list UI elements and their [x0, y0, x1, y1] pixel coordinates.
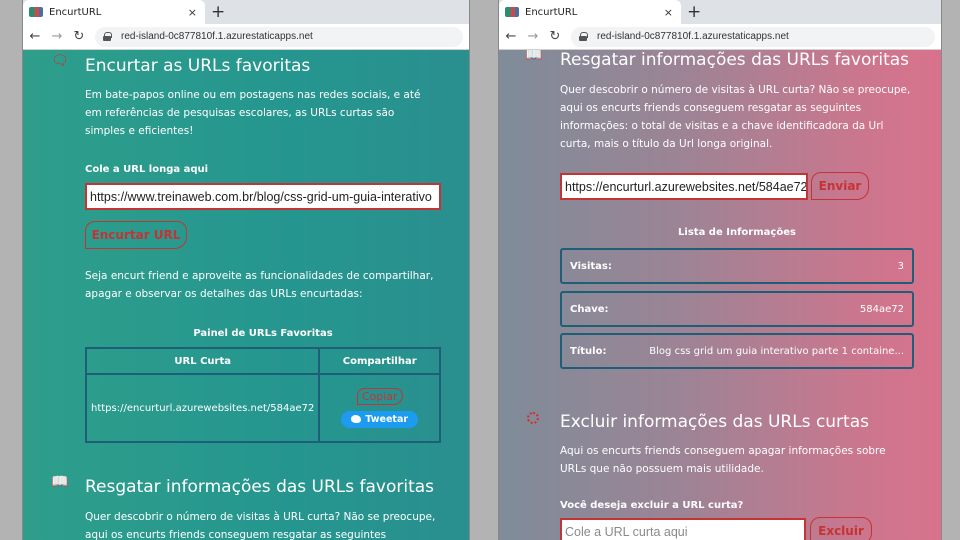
delete-icon	[527, 412, 539, 424]
tab-close-icon[interactable]: ×	[188, 6, 197, 19]
url-text: red-island-0c877810f.1.azurestaticapps.n…	[597, 31, 789, 42]
info-key: Título:	[570, 345, 607, 357]
info-value: Blog css grid um guia interativo parte 1…	[649, 345, 904, 357]
url-field[interactable]: red-island-0c877810f.1.azurestaticapps.n…	[95, 26, 463, 47]
site-favicon-icon	[505, 7, 519, 17]
tab-title: EncurtURL	[525, 6, 578, 18]
shorten-url-button[interactable]: Encurtar URL	[85, 221, 187, 249]
shorten-description: Em bate-papos online ou em postagens nas…	[85, 89, 421, 137]
info-list-title: Lista de Informações	[678, 227, 796, 238]
url-field[interactable]: red-island-0c877810f.1.azurestaticapps.n…	[571, 26, 935, 47]
chat-bubble-icon: 🗨	[51, 53, 69, 69]
info-row-visits: Visitas: 3	[560, 248, 914, 284]
delete-button[interactable]: Excluir	[810, 517, 872, 540]
page-content: 🗨 Encurtar as URLs favoritas Em bate-pap…	[23, 50, 469, 540]
info-key: Visitas:	[570, 260, 612, 272]
table-row: https://encurturl.azurewebsites.net/584a…	[84, 373, 441, 443]
info-row-key: Chave: 584ae72	[560, 291, 914, 327]
new-tab-button[interactable]: +	[687, 2, 701, 22]
lock-icon	[103, 32, 112, 41]
twitter-bird-icon	[351, 415, 362, 423]
delete-section-title: Excluir informações das URLs curtas	[560, 412, 869, 432]
info-value: 584ae72	[859, 303, 904, 315]
address-bar: ← → ↻ red-island-0c877810f.1.azurestatic…	[23, 24, 469, 50]
share-cell: Copiar Tweetar	[318, 373, 441, 443]
forward-arrow-icon[interactable]: →	[51, 29, 63, 44]
back-arrow-icon[interactable]: ←	[505, 29, 517, 44]
address-bar: ← → ↻ red-island-0c877810f.1.azurestatic…	[499, 24, 941, 50]
delete-input-label: Você deseja excluir a URL curta?	[560, 500, 744, 511]
short-url-cell[interactable]: https://encurturl.azurewebsites.net/584a…	[84, 373, 321, 443]
book-icon: 📖	[51, 474, 69, 490]
shorten-section-title: Encurtar as URLs favoritas	[85, 56, 311, 76]
tweet-label: Tweetar	[365, 414, 409, 425]
forward-arrow-icon[interactable]: →	[527, 29, 539, 44]
url-text: red-island-0c877810f.1.azurestaticapps.n…	[121, 31, 313, 42]
info-value: 3	[897, 260, 904, 272]
book-icon: 📖	[525, 50, 543, 63]
browser-tab[interactable]: EncurtURL ×	[499, 0, 681, 24]
info-row-title: Título: Blog css grid um guia interativo…	[560, 333, 914, 369]
column-header-share: Compartilhar	[318, 347, 441, 375]
tab-bar: EncurtURL × +	[23, 0, 469, 24]
favorites-panel-title: Painel de URLs Favoritas	[193, 328, 333, 339]
retrieve-section-title: Resgatar informações das URLs favoritas	[560, 50, 910, 70]
reload-icon[interactable]: ↻	[549, 29, 561, 44]
delete-description: Aqui os encurts friends conseguem apagar…	[560, 445, 886, 475]
tab-close-icon[interactable]: ×	[664, 6, 673, 19]
tweet-button[interactable]: Tweetar	[341, 411, 419, 428]
favorites-table: URL Curta Compartilhar https://encurturl…	[84, 347, 441, 443]
send-button[interactable]: Enviar	[811, 172, 869, 200]
info-key: Chave:	[570, 303, 609, 315]
retrieve-description: Quer descobrir o número de visitas à URL…	[560, 84, 911, 150]
retrieve-section-title: Resgatar informações das URLs favoritas	[85, 477, 435, 497]
delete-url-input[interactable]: Cole a URL curta aqui	[560, 518, 806, 540]
short-url-input[interactable]: https://encurturl.azurewebsites.net/584a…	[560, 173, 808, 200]
copy-button[interactable]: Copiar	[356, 388, 403, 405]
table-header-row: URL Curta Compartilhar	[84, 347, 441, 375]
page-content: 📖 Resgatar informações das URLs favorita…	[499, 50, 941, 540]
share-description: Seja encurt friend e aproveite as funcio…	[85, 270, 434, 300]
site-favicon-icon	[29, 7, 43, 17]
column-header-url: URL Curta	[84, 347, 321, 375]
back-arrow-icon[interactable]: ←	[29, 29, 41, 44]
tab-title: EncurtURL	[49, 6, 102, 18]
browser-window-right: EncurtURL × + ← → ↻ red-island-0c877810f…	[498, 0, 942, 540]
reload-icon[interactable]: ↻	[73, 29, 85, 44]
long-url-input[interactable]: https://www.treinaweb.com.br/blog/css-gr…	[85, 183, 441, 210]
retrieve-description: Quer descobrir o número de visitas à URL…	[85, 511, 436, 540]
lock-icon	[579, 32, 588, 41]
browser-window-left: EncurtURL × + ← → ↻ red-island-0c877810f…	[22, 0, 470, 540]
new-tab-button[interactable]: +	[211, 2, 225, 22]
tab-bar: EncurtURL × +	[499, 0, 941, 24]
long-url-label: Cole a URL longa aqui	[85, 164, 209, 175]
browser-tab[interactable]: EncurtURL ×	[23, 0, 205, 24]
